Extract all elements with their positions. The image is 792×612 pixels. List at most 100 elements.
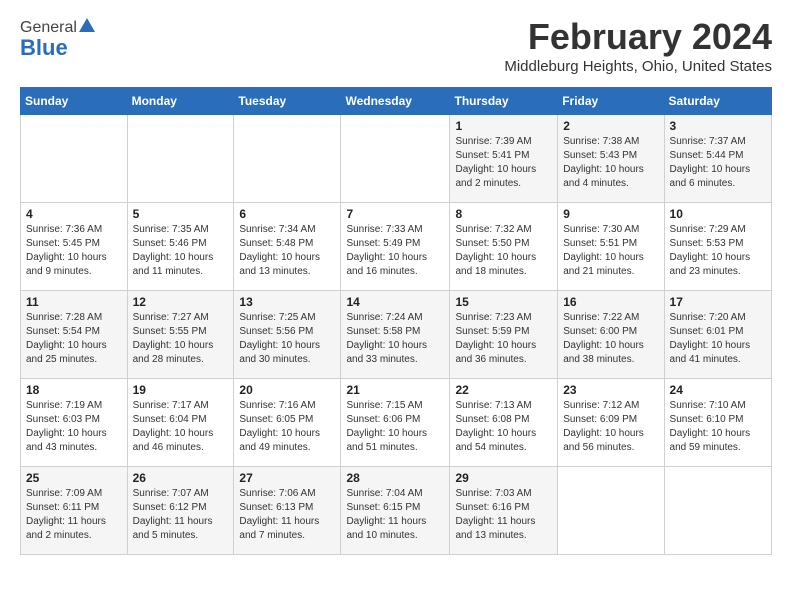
day-info: Sunrise: 7:09 AM Sunset: 6:11 PM Dayligh… [26, 487, 122, 543]
calendar-cell: 3 Sunrise: 7:37 AM Sunset: 5:44 PM Daylig… [664, 115, 771, 203]
day-number: 29 [455, 471, 552, 485]
day-number: 21 [346, 383, 444, 397]
day-info: Sunrise: 7:35 AM Sunset: 5:46 PM Dayligh… [133, 223, 229, 279]
day-info: Sunrise: 7:25 AM Sunset: 5:56 PM Dayligh… [239, 311, 335, 367]
calendar-cell: 25 Sunrise: 7:09 AM Sunset: 6:11 PM Dayli… [21, 467, 128, 555]
day-number: 7 [346, 207, 444, 221]
calendar-cell: 18 Sunrise: 7:19 AM Sunset: 6:03 PM Dayli… [21, 379, 128, 467]
calendar-cell [558, 467, 664, 555]
day-number: 20 [239, 383, 335, 397]
calendar-cell: 14 Sunrise: 7:24 AM Sunset: 5:58 PM Dayli… [341, 291, 450, 379]
col-header-wednesday: Wednesday [341, 88, 450, 115]
day-info: Sunrise: 7:37 AM Sunset: 5:44 PM Dayligh… [670, 135, 766, 191]
day-number: 12 [133, 295, 229, 309]
calendar-cell: 21 Sunrise: 7:15 AM Sunset: 6:06 PM Dayli… [341, 379, 450, 467]
day-info: Sunrise: 7:36 AM Sunset: 5:45 PM Dayligh… [26, 223, 122, 279]
day-number: 6 [239, 207, 335, 221]
logo-icon [78, 16, 96, 34]
col-header-friday: Friday [558, 88, 664, 115]
calendar-header-row: SundayMondayTuesdayWednesdayThursdayFrid… [21, 88, 772, 115]
day-info: Sunrise: 7:13 AM Sunset: 6:08 PM Dayligh… [455, 399, 552, 455]
day-info: Sunrise: 7:24 AM Sunset: 5:58 PM Dayligh… [346, 311, 444, 367]
day-info: Sunrise: 7:27 AM Sunset: 5:55 PM Dayligh… [133, 311, 229, 367]
calendar-cell: 28 Sunrise: 7:04 AM Sunset: 6:15 PM Dayli… [341, 467, 450, 555]
day-number: 10 [670, 207, 766, 221]
day-info: Sunrise: 7:04 AM Sunset: 6:15 PM Dayligh… [346, 487, 444, 543]
day-info: Sunrise: 7:03 AM Sunset: 6:16 PM Dayligh… [455, 487, 552, 543]
calendar-cell [21, 115, 128, 203]
day-number: 27 [239, 471, 335, 485]
day-info: Sunrise: 7:39 AM Sunset: 5:41 PM Dayligh… [455, 135, 552, 191]
calendar-week-row: 18 Sunrise: 7:19 AM Sunset: 6:03 PM Dayli… [21, 379, 772, 467]
month-year-title: February 2024 [504, 16, 772, 58]
day-info: Sunrise: 7:29 AM Sunset: 5:53 PM Dayligh… [670, 223, 766, 279]
day-number: 5 [133, 207, 229, 221]
location-subtitle: Middleburg Heights, Ohio, United States [504, 58, 772, 75]
calendar-cell: 17 Sunrise: 7:20 AM Sunset: 6:01 PM Dayli… [664, 291, 771, 379]
day-info: Sunrise: 7:20 AM Sunset: 6:01 PM Dayligh… [670, 311, 766, 367]
day-number: 25 [26, 471, 122, 485]
col-header-monday: Monday [127, 88, 234, 115]
day-info: Sunrise: 7:22 AM Sunset: 6:00 PM Dayligh… [563, 311, 658, 367]
day-number: 13 [239, 295, 335, 309]
day-info: Sunrise: 7:12 AM Sunset: 6:09 PM Dayligh… [563, 399, 658, 455]
logo: General Blue [20, 16, 96, 61]
day-number: 15 [455, 295, 552, 309]
col-header-thursday: Thursday [450, 88, 558, 115]
day-number: 26 [133, 471, 229, 485]
day-info: Sunrise: 7:15 AM Sunset: 6:06 PM Dayligh… [346, 399, 444, 455]
calendar-cell: 22 Sunrise: 7:13 AM Sunset: 6:08 PM Dayli… [450, 379, 558, 467]
calendar-cell [664, 467, 771, 555]
day-info: Sunrise: 7:07 AM Sunset: 6:12 PM Dayligh… [133, 487, 229, 543]
calendar-week-row: 25 Sunrise: 7:09 AM Sunset: 6:11 PM Dayli… [21, 467, 772, 555]
calendar-cell: 7Sunrise: 7:33 AM Sunset: 5:49 PM Daylig… [341, 203, 450, 291]
calendar-table: SundayMondayTuesdayWednesdayThursdayFrid… [20, 87, 772, 555]
calendar-cell: 9Sunrise: 7:30 AM Sunset: 5:51 PM Daylig… [558, 203, 664, 291]
calendar-cell: 24 Sunrise: 7:10 AM Sunset: 6:10 PM Dayli… [664, 379, 771, 467]
day-number: 8 [455, 207, 552, 221]
calendar-cell: 13 Sunrise: 7:25 AM Sunset: 5:56 PM Dayli… [234, 291, 341, 379]
day-info: Sunrise: 7:28 AM Sunset: 5:54 PM Dayligh… [26, 311, 122, 367]
day-info: Sunrise: 7:23 AM Sunset: 5:59 PM Dayligh… [455, 311, 552, 367]
calendar-week-row: 11Sunrise: 7:28 AM Sunset: 5:54 PM Dayli… [21, 291, 772, 379]
logo-blue-text: Blue [20, 35, 68, 61]
day-info: Sunrise: 7:32 AM Sunset: 5:50 PM Dayligh… [455, 223, 552, 279]
calendar-cell: 12 Sunrise: 7:27 AM Sunset: 5:55 PM Dayli… [127, 291, 234, 379]
calendar-cell [127, 115, 234, 203]
day-info: Sunrise: 7:10 AM Sunset: 6:10 PM Dayligh… [670, 399, 766, 455]
day-number: 19 [133, 383, 229, 397]
col-header-tuesday: Tuesday [234, 88, 341, 115]
day-info: Sunrise: 7:19 AM Sunset: 6:03 PM Dayligh… [26, 399, 122, 455]
day-number: 3 [670, 119, 766, 133]
day-number: 4 [26, 207, 122, 221]
calendar-cell [234, 115, 341, 203]
day-number: 22 [455, 383, 552, 397]
day-number: 24 [670, 383, 766, 397]
day-number: 23 [563, 383, 658, 397]
logo-general-text: General [20, 19, 77, 37]
col-header-sunday: Sunday [21, 88, 128, 115]
day-number: 17 [670, 295, 766, 309]
day-info: Sunrise: 7:30 AM Sunset: 5:51 PM Dayligh… [563, 223, 658, 279]
day-number: 18 [26, 383, 122, 397]
day-number: 1 [455, 119, 552, 133]
day-info: Sunrise: 7:17 AM Sunset: 6:04 PM Dayligh… [133, 399, 229, 455]
calendar-cell: 19 Sunrise: 7:17 AM Sunset: 6:04 PM Dayli… [127, 379, 234, 467]
day-info: Sunrise: 7:16 AM Sunset: 6:05 PM Dayligh… [239, 399, 335, 455]
header: General Blue February 2024 Middleburg He… [20, 16, 772, 75]
calendar-cell: 4 Sunrise: 7:36 AM Sunset: 5:45 PM Daylig… [21, 203, 128, 291]
day-number: 14 [346, 295, 444, 309]
day-info: Sunrise: 7:34 AM Sunset: 5:48 PM Dayligh… [239, 223, 335, 279]
day-info: Sunrise: 7:38 AM Sunset: 5:43 PM Dayligh… [563, 135, 658, 191]
col-header-saturday: Saturday [664, 88, 771, 115]
calendar-week-row: 4 Sunrise: 7:36 AM Sunset: 5:45 PM Daylig… [21, 203, 772, 291]
day-number: 28 [346, 471, 444, 485]
calendar-cell: 29 Sunrise: 7:03 AM Sunset: 6:16 PM Dayli… [450, 467, 558, 555]
day-info: Sunrise: 7:06 AM Sunset: 6:13 PM Dayligh… [239, 487, 335, 543]
calendar-cell: 27 Sunrise: 7:06 AM Sunset: 6:13 PM Dayli… [234, 467, 341, 555]
calendar-cell: 10 Sunrise: 7:29 AM Sunset: 5:53 PM Dayli… [664, 203, 771, 291]
calendar-cell: 5 Sunrise: 7:35 AM Sunset: 5:46 PM Daylig… [127, 203, 234, 291]
day-number: 16 [563, 295, 658, 309]
calendar-cell: 8 Sunrise: 7:32 AM Sunset: 5:50 PM Daylig… [450, 203, 558, 291]
calendar-cell: 16 Sunrise: 7:22 AM Sunset: 6:00 PM Dayli… [558, 291, 664, 379]
